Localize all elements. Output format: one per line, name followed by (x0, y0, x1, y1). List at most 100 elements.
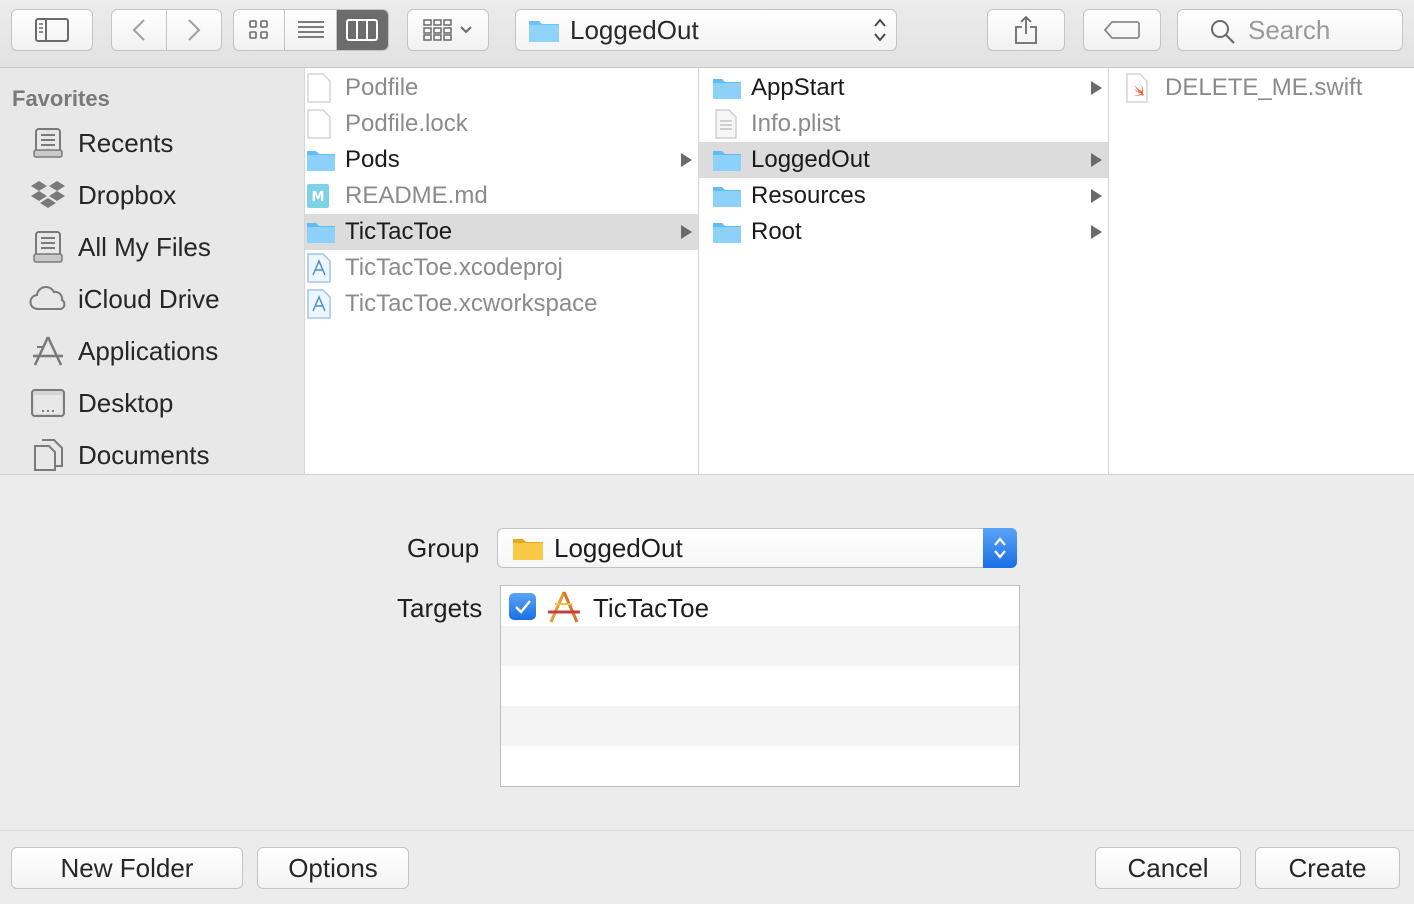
table-row (501, 626, 1019, 666)
markdown-icon: M (305, 183, 339, 209)
table-row[interactable]: TicTacToe (501, 586, 1019, 626)
browser-column-2: AppStart Info.plist LoggedOut Resources … (699, 68, 1109, 474)
updown-chevron-icon (983, 528, 1017, 568)
list-item[interactable]: LoggedOut (699, 142, 1108, 178)
sidebar-item-desktop[interactable]: Desktop (28, 383, 173, 423)
cancel-button[interactable]: Cancel (1095, 847, 1241, 889)
disclosure-arrow-icon (681, 153, 692, 167)
search-input[interactable] (1248, 14, 1398, 46)
desktop-icon (28, 385, 68, 421)
list-item[interactable]: Resources (699, 178, 1108, 214)
folder-icon (699, 76, 745, 100)
folder-icon (529, 21, 559, 42)
swift-file-icon (1109, 73, 1159, 103)
tags-button[interactable] (1083, 9, 1161, 51)
browser-column-3: DELETE_ME.swift (1109, 68, 1414, 474)
view-mode-control (233, 9, 389, 51)
chevron-down-icon (460, 26, 472, 34)
toolbar: LoggedOut (0, 0, 1414, 68)
list-item[interactable]: TicTacToe (305, 214, 698, 250)
folder-icon (305, 148, 339, 172)
sidebar-item-dropbox[interactable]: Dropbox (28, 175, 176, 215)
disclosure-arrow-icon (1091, 153, 1102, 167)
targets-label: Targets (397, 593, 483, 623)
document-icon (305, 109, 339, 139)
folder-name: AppStart (751, 74, 845, 101)
file-name: TicTacToe.xcworkspace (345, 290, 598, 317)
file-name: Info.plist (751, 110, 841, 137)
list-item[interactable]: M README.md (305, 178, 698, 214)
folder-name: LoggedOut (751, 146, 870, 173)
dropbox-icon (28, 177, 68, 213)
target-name: TicTacToe (593, 593, 710, 623)
list-item[interactable]: Info.plist (699, 106, 1108, 142)
list-icon (297, 21, 324, 38)
list-item[interactable]: Root (699, 214, 1108, 250)
target-checkbox[interactable] (509, 593, 536, 620)
path-popup[interactable]: LoggedOut (515, 9, 897, 51)
sidebar-toggle-button[interactable] (11, 9, 93, 51)
folder-icon (699, 220, 745, 244)
sidebar-item-icloud-drive[interactable]: iCloud Drive (28, 279, 220, 319)
xcode-workspace-icon (305, 289, 339, 319)
create-button[interactable]: Create (1255, 847, 1400, 889)
icloud-icon (28, 281, 68, 317)
list-item[interactable]: TicTacToe.xcworkspace (305, 286, 698, 322)
sidebar-item-label: Recents (78, 127, 174, 158)
group-popup[interactable]: LoggedOut (497, 528, 1017, 568)
file-name: Podfile.lock (345, 110, 468, 137)
sidebar-item-label: Documents (78, 439, 210, 470)
sidebar-item-label: Dropbox (78, 179, 177, 210)
xcode-project-icon (305, 253, 339, 283)
list-item[interactable]: DELETE_ME.swift (1109, 70, 1414, 106)
folder-name: TicTacToe (345, 218, 453, 245)
folder-name: Resources (751, 182, 866, 209)
folder-icon (305, 220, 339, 244)
table-row (501, 746, 1019, 786)
list-item[interactable]: Pods (305, 142, 698, 178)
share-icon (1015, 15, 1037, 44)
browser-column-1: Podfile Podfile.lock Pods M README.md Ti… (305, 68, 699, 474)
path-popup-label: LoggedOut (570, 14, 699, 45)
group-by-button[interactable] (407, 9, 489, 51)
disclosure-arrow-icon (1091, 81, 1102, 95)
file-name: TicTacToe.xcodeproj (345, 254, 563, 281)
sidebar-item-all-my-files[interactable]: All My Files (28, 227, 211, 267)
folder-name: Root (751, 218, 802, 245)
sidebar-item-label: All My Files (78, 231, 211, 262)
back-forward-control (111, 9, 222, 51)
tag-icon (1104, 21, 1140, 39)
icon-view-button[interactable] (234, 10, 286, 50)
plist-icon (699, 109, 745, 139)
documents-icon (28, 437, 68, 473)
back-button[interactable] (112, 10, 167, 50)
new-folder-button[interactable]: New Folder (11, 847, 243, 889)
options-button[interactable]: Options (257, 847, 409, 889)
list-item[interactable]: AppStart (699, 70, 1108, 106)
sidebar-item-applications[interactable]: Applications (28, 331, 218, 371)
group-label: Group (407, 533, 480, 563)
columns-icon (346, 19, 379, 41)
grid-icon (249, 20, 268, 39)
sidebar-item-recents[interactable]: Recents (28, 123, 173, 163)
folder-icon (699, 148, 745, 172)
column-view-button[interactable] (336, 10, 388, 50)
sidebar-heading: Favorites (12, 86, 110, 111)
sidebar-item-documents[interactable]: Documents (28, 435, 210, 475)
targets-list: TicTacToe (500, 585, 1020, 787)
folder-icon (513, 539, 543, 560)
disclosure-arrow-icon (1091, 225, 1102, 239)
list-view-button[interactable] (285, 10, 337, 50)
sidebar: Favorites Recents Dropbox All My Files i… (0, 68, 305, 474)
list-item[interactable]: Podfile (305, 70, 698, 106)
share-button[interactable] (987, 9, 1065, 51)
table-row (501, 666, 1019, 706)
search-field[interactable] (1177, 9, 1403, 51)
list-item[interactable]: TicTacToe.xcodeproj (305, 250, 698, 286)
sidebar-item-label: Applications (78, 335, 219, 366)
file-name: README.md (345, 182, 488, 209)
list-item[interactable]: Podfile.lock (305, 106, 698, 142)
checkmark-icon (514, 599, 531, 614)
search-icon (1211, 20, 1235, 44)
forward-button[interactable] (167, 10, 222, 50)
